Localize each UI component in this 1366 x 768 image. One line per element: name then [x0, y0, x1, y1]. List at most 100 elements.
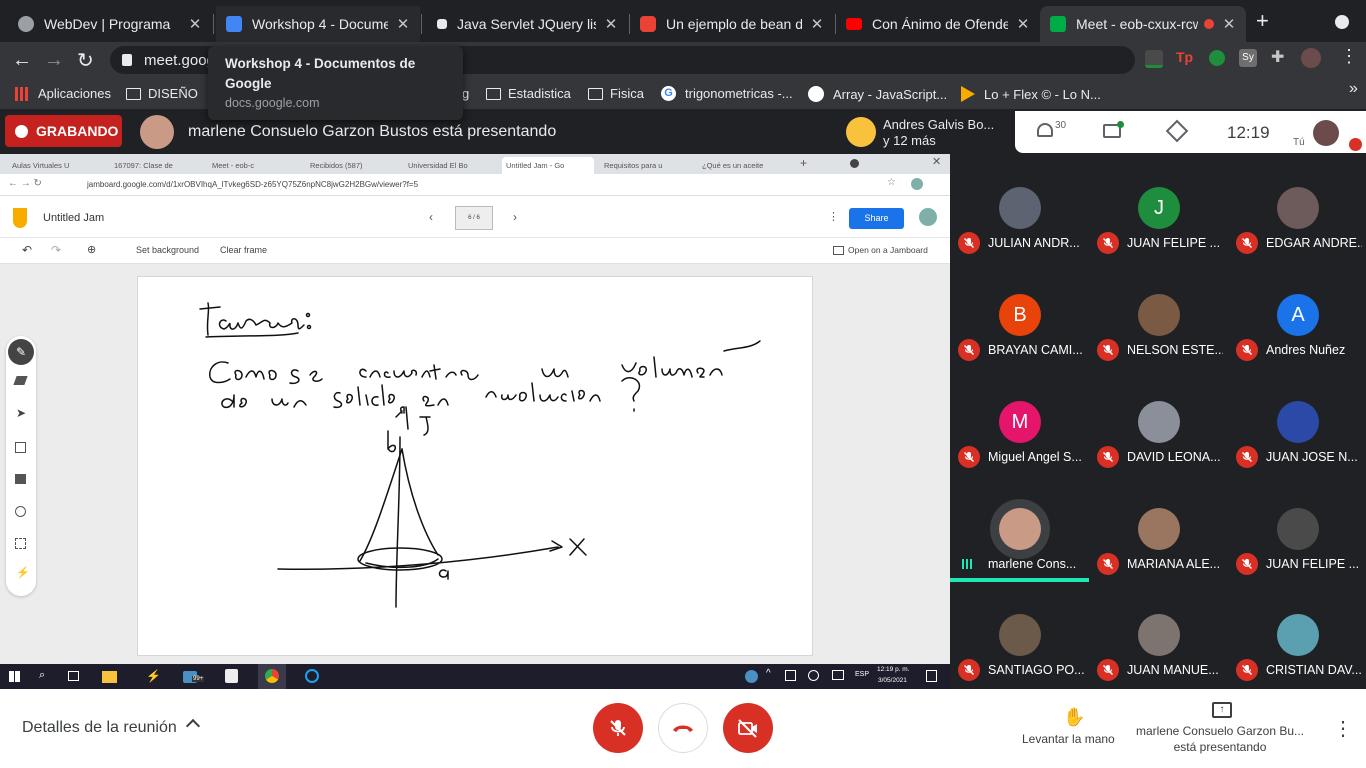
close-icon[interactable]: ✕ — [1016, 15, 1030, 33]
close-icon[interactable]: ✕ — [1222, 15, 1236, 33]
close-icon[interactable]: ✕ — [396, 15, 410, 33]
bookmark-fisica[interactable]: Fisica — [588, 86, 644, 101]
self-mic-off-icon — [1349, 138, 1362, 151]
browser-tab-4[interactable]: Con Ánimo de Ofender : l ✕ — [836, 6, 1040, 42]
participant-tile[interactable]: JUAN JOSE N... — [1228, 368, 1366, 475]
bookmark-apps[interactable]: Aplicaciones — [15, 86, 111, 101]
new-tab-icon[interactable]: + — [1256, 10, 1269, 32]
bookmark-g[interactable]: g — [462, 86, 469, 101]
participant-tile[interactable]: SANTIAGO PO... — [950, 581, 1089, 688]
participant-name: CRISTIAN DAV... — [1266, 663, 1362, 677]
next-frame-icon: › — [513, 210, 517, 224]
browser-tab-strip: WebDev | Programa ✕ Workshop 4 - Document… — [0, 0, 1366, 42]
participant-tile[interactable]: M Miguel Angel S... — [950, 368, 1089, 475]
participant-tile[interactable]: B BRAYAN CAMI... — [950, 261, 1089, 368]
prev-frame-icon: ‹ — [429, 210, 433, 224]
taskbar-language: ESP — [855, 671, 870, 678]
recording-badge[interactable]: GRABANDO — [5, 115, 122, 147]
more-options-icon[interactable]: ⋮ — [1333, 716, 1353, 741]
bookmarks-overflow-icon[interactable]: » — [1349, 80, 1358, 98]
participant-tile[interactable]: JULIAN ANDR... — [950, 154, 1089, 261]
presenting-line2[interactable]: está presentando — [1130, 740, 1310, 754]
folder-icon — [588, 87, 603, 100]
participant-tile[interactable]: J JUAN FELIPE ... — [1089, 154, 1228, 261]
bookmark-label: Fisica — [610, 86, 644, 101]
browser-tab-0[interactable]: WebDev | Programa ✕ — [8, 6, 212, 42]
people-icon[interactable] — [1037, 123, 1053, 137]
extensions-puzzle-icon[interactable]: ✚ — [1271, 47, 1284, 67]
shared-close-icon: ✕ — [932, 156, 942, 168]
activities-icon[interactable] — [1165, 119, 1189, 143]
tray-pen-icon — [808, 670, 819, 681]
leave-call-button[interactable] — [658, 703, 708, 753]
globe-icon — [18, 16, 34, 32]
profile-avatar[interactable] — [1301, 48, 1321, 68]
participant-name: NELSON ESTE... — [1127, 343, 1223, 357]
bookmark-trigonometricas[interactable]: Gtrigonometricas -... — [661, 86, 793, 101]
participant-name: SANTIAGO PO... — [988, 663, 1084, 677]
extension-tp-icon[interactable]: Tp — [1176, 49, 1193, 65]
presenting-line1[interactable]: marlene Consuelo Garzon Bu... — [1130, 724, 1310, 738]
meeting-details-button[interactable]: Detalles de la reunión — [22, 719, 177, 737]
chrome-task-icon — [258, 664, 286, 689]
bookmark-estadistica[interactable]: Estadistica — [486, 86, 571, 101]
participant-name: EDGAR ANDRE... — [1266, 236, 1362, 250]
participant-tile[interactable]: A Andres Nuñez — [1228, 261, 1366, 368]
browser-tab-1[interactable]: Workshop 4 - Documentos ✕ — [216, 6, 420, 42]
close-icon[interactable]: ✕ — [604, 15, 618, 33]
eraser-icon — [13, 376, 28, 385]
browser-tab-5[interactable]: Meet - eob-cxux-rcw ✕ — [1040, 6, 1246, 42]
extension-pen-icon[interactable] — [1145, 50, 1163, 68]
participant-tile[interactable]: EDGAR ANDRE... — [1228, 154, 1366, 261]
camera-toggle-button[interactable] — [723, 703, 773, 753]
close-icon[interactable]: ✕ — [188, 15, 202, 33]
mic-off-icon — [1097, 339, 1119, 361]
raise-hand-icon[interactable]: ✋ — [1063, 707, 1085, 728]
presenter-avatar — [140, 115, 174, 149]
jam-canvas — [137, 276, 813, 656]
browser-tab-2[interactable]: Java Servlet JQuery list t ✕ — [424, 6, 628, 42]
windows-start-icon — [9, 671, 20, 682]
participant-tile[interactable]: CRISTIAN DAV... — [1228, 581, 1366, 688]
camera-off-icon — [738, 719, 757, 738]
chat-notification-dot — [1117, 121, 1124, 128]
extension-sy-icon[interactable]: Sy — [1239, 49, 1257, 67]
extension-grammarly-icon[interactable] — [1209, 50, 1225, 66]
youtube-icon — [846, 18, 862, 30]
handwritten-drawing — [199, 302, 761, 608]
participant-tile[interactable]: NELSON ESTE... — [1089, 261, 1228, 368]
participant-name: marlene Cons... — [988, 557, 1077, 571]
back-icon[interactable]: ← — [12, 49, 32, 72]
reload-icon[interactable]: ↻ — [77, 48, 94, 73]
tab-hover-tooltip: Workshop 4 - Documentos de Google docs.g… — [208, 46, 463, 120]
apps-grid-icon — [15, 86, 29, 101]
shared-tab: ¿Qué es un aceite — [702, 161, 764, 170]
raise-hand-label[interactable]: Levantar la mano — [1022, 732, 1115, 746]
shared-new-tab-icon: + — [800, 156, 808, 170]
tray-app-icon — [785, 670, 796, 681]
participant-tile[interactable]: JUAN FELIPE ... — [1228, 475, 1366, 582]
bookmark-diseno[interactable]: DISEÑO — [126, 86, 198, 101]
participant-tile[interactable]: MARIANA ALE... — [1089, 475, 1228, 582]
mic-off-icon — [958, 232, 980, 254]
mic-toggle-button[interactable] — [593, 703, 643, 753]
jamboard-logo-icon — [13, 208, 27, 228]
forward-icon[interactable]: → — [44, 49, 64, 72]
chevron-up-icon[interactable] — [185, 718, 201, 734]
bookmark-array-js[interactable]: Array - JavaScript... — [808, 86, 947, 102]
tab-title: WebDev | Programa — [44, 16, 171, 32]
bookmark-flex[interactable]: Lo + Flex © - Lo N... — [961, 86, 1101, 102]
shared-nav-icons: ← → ↻ — [8, 178, 42, 189]
participant-tile[interactable]: DAVID LEONA... — [1089, 368, 1228, 475]
bookmark-label: Aplicaciones — [38, 86, 111, 101]
set-background: Set background — [136, 245, 200, 255]
participant-avatar — [999, 508, 1041, 550]
browser-tab-3[interactable]: Un ejemplo de bean de s ✕ — [630, 6, 834, 42]
menu-kebab-icon[interactable]: ⋮ — [1340, 46, 1358, 67]
tab-search-icon[interactable] — [1335, 15, 1349, 29]
present-screen-icon[interactable]: ↑ — [1212, 702, 1232, 718]
close-icon[interactable]: ✕ — [810, 15, 824, 33]
participant-tile[interactable]: JUAN MANUE... — [1089, 581, 1228, 688]
participant-tile[interactable]: marlene Cons... — [950, 475, 1089, 582]
self-avatar[interactable] — [1313, 120, 1339, 146]
